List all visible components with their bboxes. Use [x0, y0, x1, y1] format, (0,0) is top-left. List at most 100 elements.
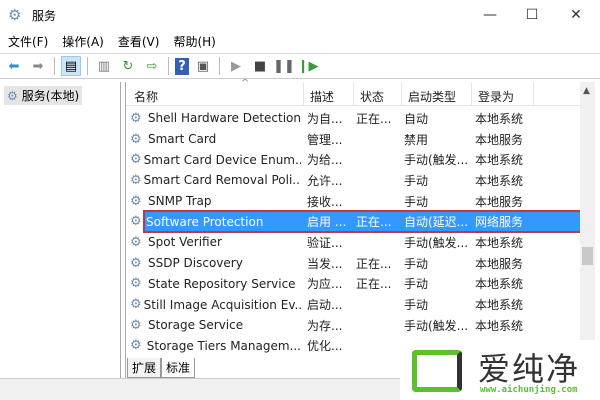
table-row[interactable]: ⚙ Smart Card 管理... 禁用 本地服务	[126, 129, 581, 150]
name-cell: ⚙ Storage Service	[126, 318, 301, 333]
service-description: 允许...	[307, 173, 343, 188]
service-startup-type: 手动	[404, 194, 429, 209]
table-row[interactable]: ⚙ Software Protection 启用 ... 正在... 自动(延迟... 网…	[130, 210, 582, 234]
column-description[interactable]: 描述	[304, 82, 354, 105]
close-button[interactable]: ✕	[556, 0, 596, 30]
service-description: 接收...	[307, 194, 343, 209]
service-name: State Repository Service	[148, 276, 296, 291]
service-description: 优化...	[307, 339, 343, 354]
table-row[interactable]: ⚙ SSDP Discovery 当发... 正在... 手动 本地服务	[126, 253, 581, 274]
service-name: Shell Hardware Detection	[147, 111, 301, 126]
service-gear-icon: ⚙	[130, 276, 142, 292]
watermark: 爱纯净 www.aichunjing.com	[400, 340, 600, 400]
name-cell: ⚙ State Repository Service	[126, 276, 301, 291]
vertical-scrollbar[interactable]: ▲	[580, 82, 595, 378]
name-cell: ⚙ Spot Verifier	[126, 235, 301, 250]
export-list-icon[interactable]: ⇨	[142, 56, 162, 76]
pause-icon[interactable]: ❚❚	[273, 56, 295, 76]
name-cell: ⚙ Smart Card Device Enum...	[126, 152, 301, 167]
scrollbar-thumb[interactable]	[582, 247, 593, 265]
view-tabs: 扩展 标准	[127, 358, 196, 378]
table-row[interactable]: ⚙ Shell Hardware Detection 为自... 正在... 自动 本地系…	[126, 108, 581, 129]
service-logon-as: 本地系统	[475, 153, 524, 168]
refresh-icon[interactable]: ↻	[118, 56, 138, 76]
table-row[interactable]: ⚙ Smart Card Removal Poli... 允许... 手动 本地系统	[126, 170, 581, 191]
service-description: 为给...	[307, 153, 343, 168]
menu-view[interactable]: 查看(V)	[118, 33, 160, 50]
divider	[219, 57, 220, 75]
divider	[87, 57, 88, 75]
service-startup-type: 手动	[404, 256, 429, 271]
help-icon[interactable]: ?	[175, 57, 189, 75]
watermark-url: www.aichunjing.com	[480, 385, 578, 395]
table-row[interactable]: ⚙ SNMP Trap 接收... 手动 本地服务	[126, 191, 581, 212]
tree-item-services-local[interactable]: ⚙ 服务(本地)	[4, 86, 83, 105]
service-status: 正在...	[356, 111, 392, 126]
service-name: Still Image Acquisition Ev...	[143, 297, 301, 312]
menu-action[interactable]: 操作(A)	[62, 33, 104, 50]
column-status[interactable]: 状态	[354, 82, 402, 105]
tab-standard[interactable]: 标准	[161, 358, 196, 378]
table-row[interactable]: ⚙ Spot Verifier 验证... 手动(触发... 本地系统	[126, 232, 581, 253]
service-description: 为应...	[307, 277, 343, 292]
service-startup-type: 手动(触发...	[404, 153, 469, 168]
column-logon-as[interactable]: 登录为	[472, 82, 534, 105]
table-row[interactable]: ⚙ Storage Service 为存... 手动(触发... 本地系统	[126, 315, 581, 336]
service-gear-icon: ⚙	[130, 193, 142, 209]
service-logon-as: 本地服务	[475, 256, 524, 271]
restart-icon[interactable]: ❙▶	[298, 56, 319, 76]
service-startup-type: 手动(触发...	[404, 235, 469, 250]
name-cell: ⚙ Storage Tiers Managem...	[126, 338, 301, 353]
service-status: 正在...	[356, 256, 392, 271]
service-status: 正在...	[356, 277, 392, 292]
service-gear-icon: ⚙	[130, 172, 142, 188]
console-tree-icon[interactable]: ▤	[61, 56, 81, 76]
service-startup-type: 自动(延迟...	[404, 215, 469, 230]
service-name: Smart Card Removal Poli...	[143, 173, 301, 188]
services-list: ^ 名称 描述 状态 启动类型 登录为 ⚙ Shell Hardware Dete…	[125, 78, 595, 378]
title-bar: ⚙ 服务 — ☐ ✕	[0, 0, 600, 30]
column-name[interactable]: 名称	[126, 82, 304, 105]
service-description: 启用 ...	[307, 215, 347, 230]
menu-bar: 文件(F) 操作(A) 查看(V) 帮助(H)	[0, 30, 600, 52]
column-startup-type[interactable]: 启动类型	[402, 82, 472, 105]
minimize-button[interactable]: —	[470, 0, 510, 30]
service-logon-as: 网络服务	[475, 215, 524, 230]
service-logon-as: 本地系统	[475, 277, 524, 292]
service-name: Spot Verifier	[148, 235, 222, 250]
service-gear-icon: ⚙	[130, 234, 142, 250]
tab-extended[interactable]: 扩展	[127, 358, 162, 378]
service-description: 启动...	[307, 298, 343, 313]
service-logon-as: 本地系统	[475, 235, 524, 250]
service-name: Storage Tiers Managem...	[146, 338, 301, 353]
name-cell: ⚙ SSDP Discovery	[126, 256, 301, 271]
service-logon-as: 本地系统	[475, 111, 524, 126]
service-startup-type: 禁用	[404, 132, 429, 147]
table-row[interactable]: ⚙ Smart Card Device Enum... 为给... 手动(触发... 本…	[126, 149, 581, 170]
name-cell: ⚙ Smart Card Removal Poli...	[126, 173, 301, 188]
menu-help[interactable]: 帮助(H)	[173, 33, 215, 50]
tree-item-label: 服务(本地)	[21, 89, 80, 103]
service-name: Software Protection	[146, 214, 264, 229]
start-icon[interactable]: ▶	[226, 56, 246, 76]
back-arrow-icon[interactable]: ⬅	[4, 56, 24, 76]
watermark-logo	[412, 350, 462, 392]
service-name: SNMP Trap	[148, 194, 212, 209]
forward-arrow-icon[interactable]: ➡	[28, 56, 48, 76]
name-cell: ⚙ SNMP Trap	[126, 194, 301, 209]
action-pane-icon[interactable]: ▣	[193, 56, 213, 76]
service-logon-as: 本地系统	[475, 173, 524, 188]
table-row[interactable]: ⚙ Still Image Acquisition Ev... 启动... 手动 本地系…	[126, 294, 581, 315]
properties-icon[interactable]: ▥	[94, 56, 114, 76]
name-cell: Software Protection	[144, 215, 301, 229]
service-description: 为自...	[307, 111, 343, 126]
service-description: 管理...	[307, 132, 343, 147]
stop-icon[interactable]: ■	[250, 56, 270, 76]
menu-file[interactable]: 文件(F)	[8, 33, 48, 50]
scroll-up-icon[interactable]: ▲	[583, 86, 590, 96]
service-logon-as: 本地系统	[475, 298, 524, 313]
maximize-button[interactable]: ☐	[512, 0, 552, 30]
table-row[interactable]: ⚙ State Repository Service 为应... 正在... 手动 本地系…	[126, 274, 581, 295]
service-gear-icon: ⚙	[130, 338, 142, 354]
service-name: Smart Card Device Enum...	[143, 152, 301, 167]
